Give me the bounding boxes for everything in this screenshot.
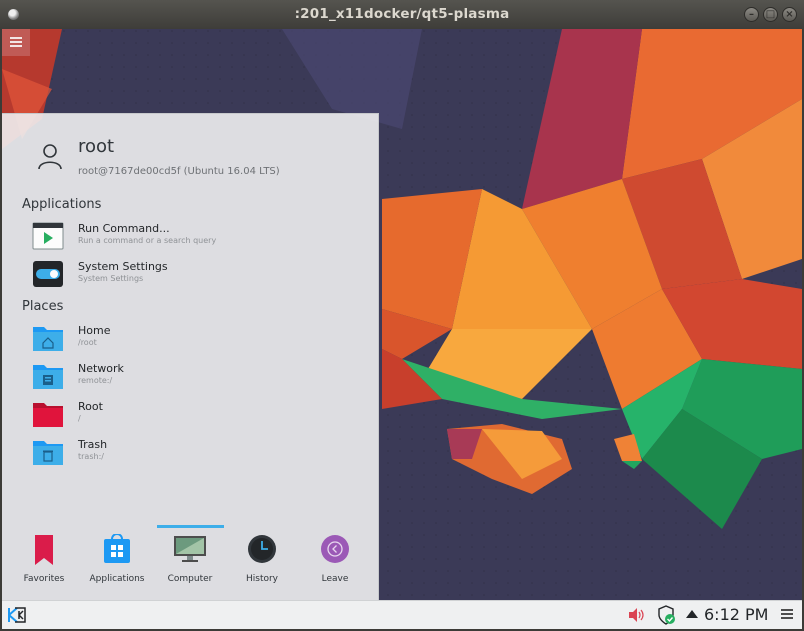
tab-label: Leave: [321, 574, 349, 584]
app-item-system-settings[interactable]: System Settings System Settings: [32, 259, 362, 293]
place-item-network[interactable]: Network remote:/: [32, 361, 362, 395]
close-button[interactable]: ×: [782, 7, 797, 22]
kde-launcher-icon[interactable]: [6, 604, 28, 626]
user-avatar-icon: [38, 144, 62, 170]
home-folder-icon: [33, 327, 63, 351]
tab-computer[interactable]: Computer: [156, 524, 224, 589]
title-bar[interactable]: :201_x11docker/qt5-plasma – □ ×: [0, 0, 804, 29]
app-item-title: System Settings: [78, 260, 168, 273]
place-item-home[interactable]: Home /root: [32, 323, 362, 357]
trash-folder-icon: [33, 441, 63, 465]
panel-clock[interactable]: 6:12 PM: [704, 605, 768, 624]
user-name: root: [78, 136, 115, 157]
place-item-root[interactable]: Root /: [32, 399, 362, 433]
app-item-subtitle: Run a command or a search query: [78, 236, 217, 245]
app-item-subtitle: System Settings: [78, 274, 144, 283]
system-settings-icon: [33, 261, 63, 287]
panel-options-icon[interactable]: [781, 609, 793, 620]
tab-applications[interactable]: Applications: [83, 524, 151, 589]
tab-label: Computer: [167, 574, 213, 584]
volume-muted-icon[interactable]: [628, 607, 646, 623]
place-item-subtitle: remote:/: [78, 376, 113, 385]
desktop-toolbox-button[interactable]: [2, 29, 30, 56]
tab-leave[interactable]: Leave: [301, 524, 369, 589]
app-window: :201_x11docker/qt5-plasma – □ × root roo…: [0, 0, 804, 631]
place-item-subtitle: /root: [78, 338, 97, 347]
bookmark-icon: [35, 535, 53, 565]
network-folder-icon: [33, 365, 63, 389]
run-command-icon: [32, 222, 64, 250]
computer-icon: [174, 536, 206, 562]
minimize-button[interactable]: –: [744, 7, 759, 22]
maximize-button[interactable]: □: [763, 7, 778, 22]
place-item-trash[interactable]: Trash trash:/: [32, 437, 362, 471]
leave-icon: [321, 535, 349, 563]
place-item-title: Home: [78, 324, 111, 337]
security-shield-icon[interactable]: [656, 605, 676, 625]
place-item-title: Trash: [78, 438, 108, 451]
window-frame-left: [0, 29, 2, 629]
tab-label: Favorites: [23, 574, 65, 584]
tray-expand-icon[interactable]: [686, 610, 698, 618]
tab-label: History: [245, 574, 279, 584]
tab-history[interactable]: History: [228, 524, 296, 589]
place-item-title: Root: [78, 400, 103, 413]
application-launcher: root root@7167de00cd5f (Ubuntu 16.04 LTS…: [2, 113, 379, 601]
window-title: :201_x11docker/qt5-plasma: [294, 6, 510, 22]
clock-icon: [248, 535, 276, 563]
taskbar-panel: 6:12 PM: [2, 600, 802, 629]
user-host: root@7167de00cd5f (Ubuntu 16.04 LTS): [78, 166, 280, 177]
applications-icon: [104, 534, 130, 563]
root-folder-icon: [33, 403, 63, 427]
tab-label: Applications: [89, 574, 145, 584]
app-item-title: Run Command...: [78, 222, 170, 235]
place-item-subtitle: /: [78, 414, 81, 423]
tab-favorites[interactable]: Favorites: [10, 524, 78, 589]
app-item-run-command[interactable]: Run Command... Run a command or a search…: [32, 221, 362, 255]
place-item-subtitle: trash:/: [78, 452, 104, 461]
place-item-title: Network: [78, 362, 124, 375]
section-places: Places: [22, 299, 64, 314]
section-applications: Applications: [22, 197, 102, 212]
